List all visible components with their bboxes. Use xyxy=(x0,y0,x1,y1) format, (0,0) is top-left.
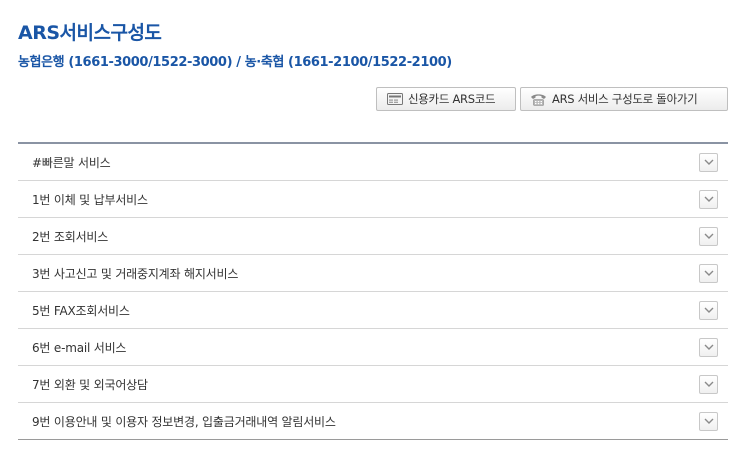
list-item-label: 2번 조회서비스 xyxy=(32,229,109,244)
list-item-label: 5번 FAX조회서비스 xyxy=(32,303,130,318)
list-item[interactable]: #빠른말 서비스 xyxy=(18,144,728,181)
chevron-down-icon[interactable] xyxy=(699,263,718,283)
back-to-ars-button[interactable]: ARS 서비스 구성도로 돌아가기 xyxy=(520,87,728,111)
credit-card-ars-button[interactable]: 신용카드 ARS코드 xyxy=(376,87,516,111)
list-item[interactable]: 3번 사고신고 및 거래중지계좌 해지서비스 xyxy=(18,255,728,292)
list-item-label: #빠른말 서비스 xyxy=(32,155,111,170)
chevron-down-icon[interactable] xyxy=(699,411,718,431)
list-item-label: 3번 사고신고 및 거래중지계좌 해지서비스 xyxy=(32,266,239,281)
list-item-label: 9번 이용안내 및 이용자 정보변경, 입출금거래내역 알림서비스 xyxy=(32,414,336,429)
list-item-label: 7번 외환 및 외국어상담 xyxy=(32,377,148,392)
list-item[interactable]: 1번 이체 및 납부서비스 xyxy=(18,181,728,218)
chevron-down-icon[interactable] xyxy=(699,226,718,246)
card-reader-icon xyxy=(386,93,403,106)
phone-icon xyxy=(530,93,547,106)
list-item[interactable]: 5번 FAX조회서비스 xyxy=(18,292,728,329)
phone-numbers: 농협은행 (1661-3000/1522-3000) / 농·축협 (1661-… xyxy=(18,55,452,70)
chevron-down-icon[interactable] xyxy=(699,152,718,172)
list-item[interactable]: 2번 조회서비스 xyxy=(18,218,728,255)
back-to-ars-label: ARS 서비스 구성도로 돌아가기 xyxy=(552,92,698,106)
chevron-down-icon[interactable] xyxy=(699,337,718,357)
ars-menu-list: #빠른말 서비스 1번 이체 및 납부서비스 2번 조회서비스 3번 사고신고 … xyxy=(18,142,728,440)
list-item-label: 6번 e-mail 서비스 xyxy=(32,340,127,355)
list-item-label: 1번 이체 및 납부서비스 xyxy=(32,192,148,207)
chevron-down-icon[interactable] xyxy=(699,300,718,320)
list-item[interactable]: 6번 e-mail 서비스 xyxy=(18,329,728,366)
list-item[interactable]: 9번 이용안내 및 이용자 정보변경, 입출금거래내역 알림서비스 xyxy=(18,403,728,440)
list-item[interactable]: 7번 외환 및 외국어상담 xyxy=(18,366,728,403)
page-title: ARS서비스구성도 xyxy=(18,22,162,44)
chevron-down-icon[interactable] xyxy=(699,189,718,209)
chevron-down-icon[interactable] xyxy=(699,374,718,394)
credit-card-ars-label: 신용카드 ARS코드 xyxy=(408,92,496,106)
